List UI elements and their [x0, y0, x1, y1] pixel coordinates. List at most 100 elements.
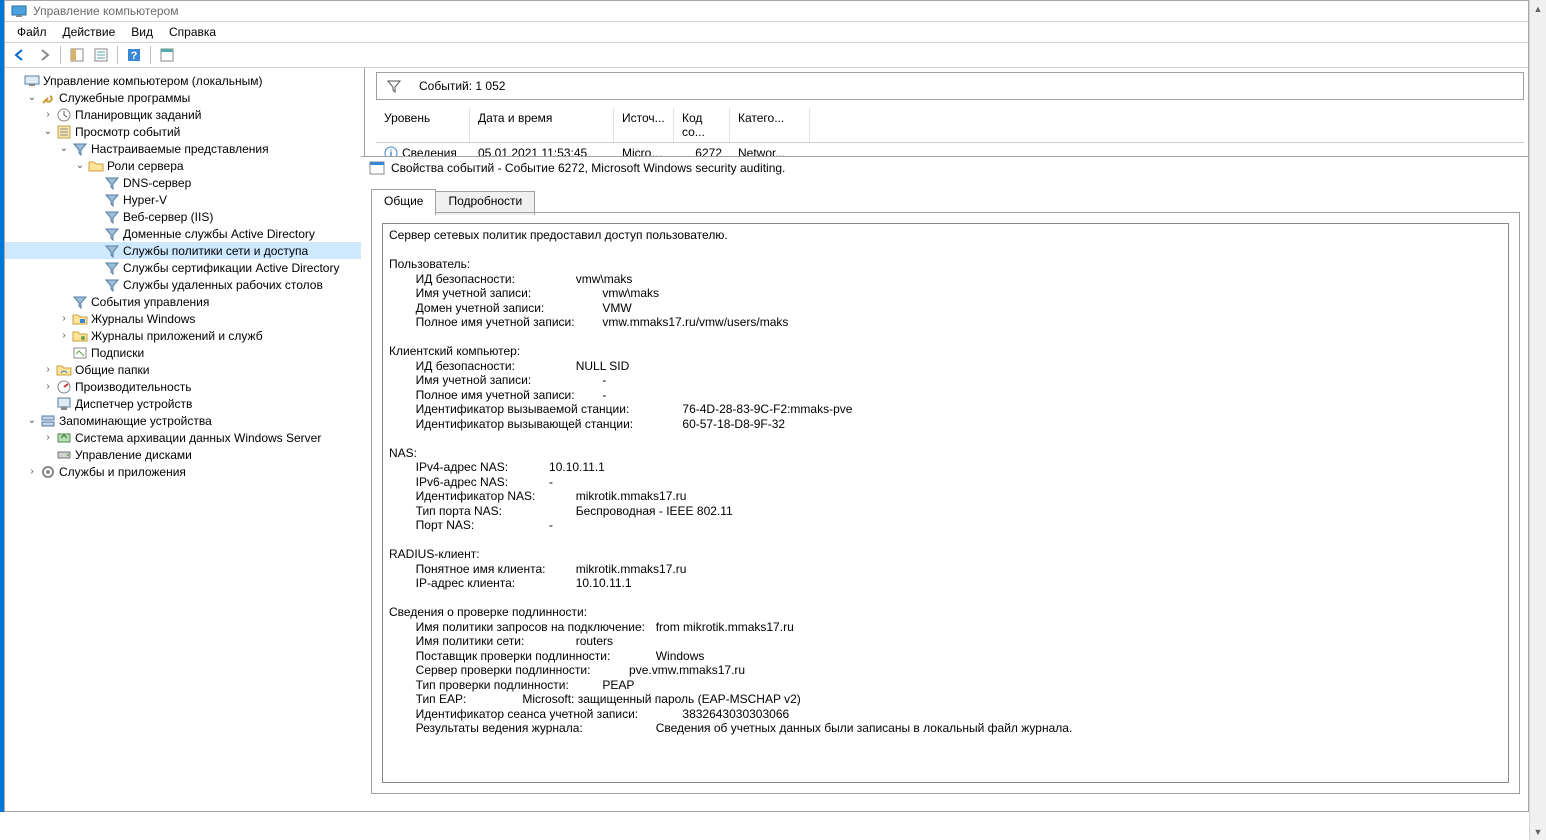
device-icon	[56, 396, 72, 412]
expand-icon[interactable]: ›	[41, 364, 55, 375]
menu-file[interactable]: Файл	[9, 23, 55, 41]
collapse-icon[interactable]: ⌄	[25, 415, 39, 426]
back-button[interactable]	[9, 44, 31, 66]
toolbar: ?	[5, 42, 1528, 68]
expand-icon[interactable]: ›	[41, 381, 55, 392]
shared-icon	[56, 362, 72, 378]
dialog-icon	[369, 160, 385, 176]
tree-node[interactable]: › Журналы Windows	[5, 310, 364, 327]
tree-node-label: События управления	[91, 295, 209, 309]
filter-icon	[104, 260, 120, 276]
tree-node[interactable]: Управление дисками	[5, 446, 364, 463]
filter-icon	[104, 226, 120, 242]
filter-icon	[104, 192, 120, 208]
grid-header[interactable]: УровеньДата и времяИсточ...Код со...Кате…	[376, 108, 1524, 143]
collapse-icon[interactable]: ⌄	[41, 126, 55, 137]
main-window: Управление компьютером Файл Действие Вид…	[4, 0, 1529, 812]
tree-node-label: Веб-сервер (IIS)	[123, 210, 213, 224]
tree-node[interactable]: ›Журналы приложений и служб	[5, 327, 364, 344]
filter-icon	[104, 243, 120, 259]
backup-icon	[56, 430, 72, 446]
expand-icon[interactable]: ›	[57, 330, 71, 341]
grid-column-header[interactable]: Дата и время	[470, 108, 614, 142]
scroll-down-icon[interactable]: ▼	[1530, 823, 1546, 840]
tree-node[interactable]: ›Производительность	[5, 378, 364, 395]
menu-view[interactable]: Вид	[123, 23, 161, 41]
help-button[interactable]: ?	[123, 44, 145, 66]
eventvwr-icon	[56, 124, 72, 140]
expand-icon[interactable]: ›	[41, 432, 55, 443]
expand-icon[interactable]: ›	[41, 109, 55, 120]
tree-node-label: Служебные программы	[59, 91, 190, 105]
vertical-scrollbar[interactable]: ▲ ▼	[1529, 0, 1546, 840]
tab-general[interactable]: Общие	[371, 189, 436, 213]
grid-column-header[interactable]: Катего...	[730, 108, 810, 142]
tree-node[interactable]: Диспетчер устройств	[5, 395, 364, 412]
collapse-icon[interactable]: ⌄	[57, 143, 71, 154]
toolbar-separator	[150, 46, 151, 64]
tree-node[interactable]: › Общие папки	[5, 361, 364, 378]
tree-node[interactable]: ⌄Просмотр событий	[5, 123, 364, 140]
tree-node-label: Hyper-V	[123, 193, 167, 207]
services-icon	[40, 464, 56, 480]
tree-node-label: Диспетчер устройств	[75, 397, 192, 411]
window-title: Управление компьютером	[33, 4, 178, 18]
tree-node[interactable]: ⌄ Запоминающие устройства	[5, 412, 364, 429]
collapse-icon[interactable]: ⌄	[73, 160, 87, 171]
svg-text:?: ?	[131, 50, 138, 62]
menu-help[interactable]: Справка	[161, 23, 224, 41]
tree-node[interactable]: ⌄ Настраиваемые представления	[5, 140, 364, 157]
tree-node[interactable]: Веб-сервер (IIS)	[5, 208, 364, 225]
grid-column-header[interactable]: Код со...	[674, 108, 730, 142]
tools-icon	[40, 90, 56, 106]
titlebar: Управление компьютером	[5, 1, 1528, 22]
tree-node-label: Службы удаленных рабочих столов	[123, 278, 323, 292]
tree-node[interactable]: Доменные службы Active Directory	[5, 225, 364, 242]
filter-icon	[72, 141, 88, 157]
tree-node[interactable]: ⌄ Служебные программы	[5, 89, 364, 106]
computer-icon	[24, 73, 40, 89]
tree-node[interactable]: DNS-сервер	[5, 174, 364, 191]
show-hide-button[interactable]	[66, 44, 88, 66]
filter-icon	[104, 175, 120, 191]
tree-node[interactable]: События управления	[5, 293, 364, 310]
grid-column-header[interactable]: Уровень	[376, 108, 470, 142]
tree-node[interactable]: Службы сертификации Active Directory	[5, 259, 364, 276]
tree-node[interactable]: Управление компьютером (локальным)	[5, 72, 364, 89]
scroll-up-icon[interactable]: ▲	[1530, 0, 1546, 17]
event-properties-dialog: Свойства событий - Событие 6272, Microso…	[361, 156, 1528, 811]
expand-icon[interactable]: ›	[57, 313, 71, 324]
tab-panel-general: Сервер сетевых политик предоставил досту…	[371, 212, 1520, 794]
properties-button[interactable]	[90, 44, 112, 66]
tree-node-label: Общие папки	[75, 363, 149, 377]
tree-node-label: Система архивации данных Windows Server	[75, 431, 321, 445]
expand-icon[interactable]: ›	[25, 466, 39, 477]
tree-node-label: Службы сертификации Active Directory	[123, 261, 339, 275]
tree-node-label: Настраиваемые представления	[91, 142, 269, 156]
tree-node-label: Службы политики сети и доступа	[123, 244, 308, 258]
tree-node-label: Журналы Windows	[91, 312, 195, 326]
event-grid: УровеньДата и времяИсточ...Код со...Кате…	[376, 108, 1524, 162]
tree-node[interactable]: Службы удаленных рабочих столов	[5, 276, 364, 293]
forward-button[interactable]	[33, 44, 55, 66]
filter-icon[interactable]	[387, 79, 401, 93]
perf-icon	[56, 379, 72, 395]
tree-node[interactable]: ›Службы и приложения	[5, 463, 364, 480]
collapse-icon[interactable]: ⌄	[25, 92, 39, 103]
tree-node-label: Управление дисками	[75, 448, 192, 462]
tree-node[interactable]: ›Планировщик заданий	[5, 106, 364, 123]
tree-node-label: Запоминающие устройства	[59, 414, 212, 428]
tree-node[interactable]: Подписки	[5, 344, 364, 361]
tree-node[interactable]: ⌄Роли сервера	[5, 157, 364, 174]
tree-node[interactable]: Службы политики сети и доступа	[5, 242, 364, 259]
filter-icon	[72, 294, 88, 310]
grid-column-header[interactable]: Источ...	[614, 108, 674, 142]
menubar: Файл Действие Вид Справка	[5, 22, 1528, 42]
event-detail-text[interactable]: Сервер сетевых политик предоставил досту…	[382, 223, 1509, 783]
menu-action[interactable]: Действие	[55, 23, 124, 41]
tree-node-label: Управление компьютером (локальным)	[43, 74, 263, 88]
view-button[interactable]	[156, 44, 178, 66]
tree-node[interactable]: Hyper-V	[5, 191, 364, 208]
tree-node[interactable]: › Система архивации данных Windows Server	[5, 429, 364, 446]
nav-tree[interactable]: Управление компьютером (локальным) ⌄ Служе…	[5, 68, 365, 811]
